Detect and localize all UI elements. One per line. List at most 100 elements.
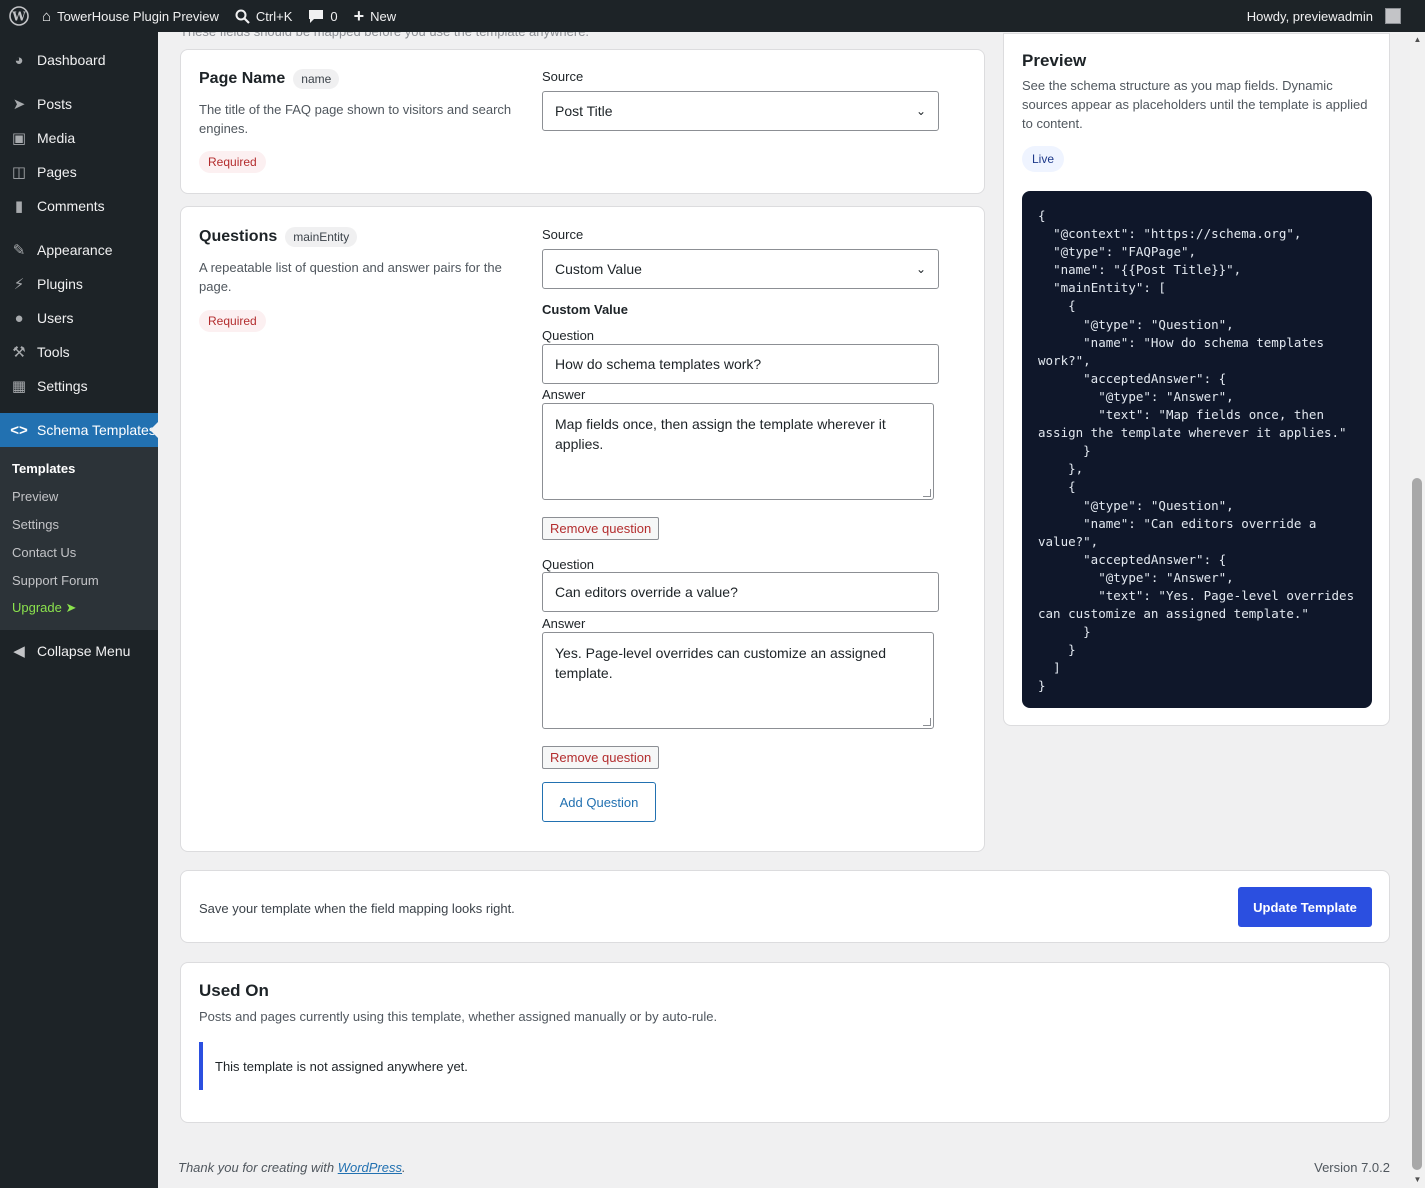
source-select[interactable]: Post Title ⌄ <box>542 91 939 131</box>
resize-handle[interactable] <box>923 489 931 497</box>
submenu-preview[interactable]: Preview <box>0 482 158 510</box>
media-icon: ▣ <box>11 130 27 147</box>
select-value: Custom Value <box>555 261 642 277</box>
collapse-icon: ◀ <box>13 643 25 660</box>
plugin-icon: ⚡ <box>13 276 25 293</box>
comment-icon: ▮ <box>14 198 24 215</box>
menu-item-settings[interactable]: ▦ Settings <box>0 369 158 403</box>
comment-icon <box>309 9 324 23</box>
field-description: The title of the FAQ page shown to visit… <box>199 102 512 136</box>
comments-link[interactable]: 0 <box>300 0 345 32</box>
menu-label: Schema Templates <box>37 422 156 438</box>
chevron-down-icon: ⌄ <box>915 104 926 118</box>
menu-item-dashboard[interactable]: ◕ Dashboard <box>0 43 158 77</box>
site-name: TowerHouse Plugin Preview <box>57 8 219 24</box>
used-on-panel: Used On Posts and pages currently using … <box>180 962 1390 1123</box>
menu-label: Pages <box>37 164 77 180</box>
answer-label: Answer <box>542 616 586 631</box>
add-question-button[interactable]: Add Question <box>542 782 656 822</box>
save-hint-text: Save your template when the field mappin… <box>199 901 515 916</box>
scroll-up-arrow-icon[interactable]: ▲ <box>1413 35 1422 44</box>
brush-icon: ✎ <box>12 242 26 259</box>
user-icon: ● <box>14 309 24 327</box>
submenu-contact[interactable]: Contact Us <box>0 538 158 566</box>
wordpress-link[interactable]: WordPress <box>338 1160 402 1175</box>
code-icon: <> <box>10 421 28 439</box>
menu-item-media[interactable]: ▣ Media <box>0 121 158 155</box>
version-text: Version 7.0.2 <box>1314 1160 1390 1175</box>
field-header: Page Name name <box>199 69 340 89</box>
menu-label: Dashboard <box>37 52 106 68</box>
field-card-questions: Questions mainEntity A repeatable list o… <box>180 206 985 852</box>
menu-item-users[interactable]: ● Users <box>0 301 158 335</box>
dashboard-icon: ◕ <box>14 51 24 69</box>
wordpress-logo-icon[interactable]: W <box>0 0 34 32</box>
answer-label: Answer <box>542 387 586 402</box>
preview-description: See the schema structure as you map fiel… <box>1022 78 1368 131</box>
menu-item-appearance[interactable]: ✎ Appearance <box>0 233 158 267</box>
source-select[interactable]: Custom Value ⌄ <box>542 249 939 289</box>
question-input[interactable]: How do schema templates work? <box>542 344 939 384</box>
textarea-value: Map fields once, then assign the templat… <box>555 416 886 452</box>
footer-thanks: Thank you for creating with WordPress. <box>178 1160 406 1175</box>
menu-label: Appearance <box>37 242 113 258</box>
avatar <box>1385 8 1401 24</box>
site-name-link[interactable]: ⌂ TowerHouse Plugin Preview <box>34 0 227 32</box>
settings-icon: ▦ <box>11 378 27 395</box>
menu-label: Posts <box>37 96 73 112</box>
submenu-settings[interactable]: Settings <box>0 510 158 538</box>
menu-item-comments[interactable]: ▮ Comments <box>0 189 158 223</box>
submenu-support[interactable]: Support Forum <box>0 566 158 594</box>
scrollbar-thumb[interactable] <box>1412 478 1422 1170</box>
notice-text: This template is not assigned anywhere y… <box>215 1058 468 1074</box>
custom-value-label: Custom Value <box>542 302 628 317</box>
resize-handle[interactable] <box>923 718 931 726</box>
field-title: Page Name <box>199 70 286 87</box>
save-bar: Save your template when the field mappin… <box>180 870 1390 943</box>
admin-sidebar: ◕ Dashboard ➤ Posts ▣ Media ◫ Pages ▮ Comment… <box>0 32 158 1188</box>
used-on-title: Used On <box>199 981 269 1000</box>
remove-question-button[interactable]: Remove question <box>542 746 660 769</box>
remove-question-button[interactable]: Remove question <box>542 517 660 540</box>
new-content-button[interactable]: + New <box>346 0 405 32</box>
question-input[interactable]: Can editors override a value? <box>542 572 939 612</box>
menu-item-pages[interactable]: ◫ Pages <box>0 155 158 189</box>
menu-label: Tools <box>37 344 70 360</box>
pin-icon: ➤ <box>12 96 26 113</box>
admin-bar: W ⌂ TowerHouse Plugin Preview Ctrl+K 0 +… <box>0 0 1425 32</box>
collapse-menu-button[interactable]: ◀ Collapse Menu <box>0 634 158 668</box>
preview-title: Preview <box>1022 51 1087 70</box>
schema-submenu: Templates Preview Settings Contact Us Su… <box>0 447 158 630</box>
field-title: Questions <box>199 228 278 245</box>
property-chip: mainEntity <box>285 227 358 247</box>
submenu-templates[interactable]: Templates <box>0 454 158 482</box>
account-menu[interactable]: Howdy, previewadmin <box>1239 0 1425 32</box>
menu-item-posts[interactable]: ➤ Posts <box>0 87 158 121</box>
update-template-button[interactable]: Update Template <box>1238 887 1372 927</box>
field-card-page-name: Page Name name The title of the FAQ page… <box>180 49 985 194</box>
wrench-icon: ⚒ <box>12 344 26 361</box>
select-value: Post Title <box>555 103 613 119</box>
input-value: How do schema templates work? <box>555 356 762 372</box>
question-label: Question <box>542 557 595 572</box>
property-chip: name <box>293 69 340 89</box>
pages-icon: ◫ <box>11 164 27 181</box>
source-label: Source <box>542 69 584 84</box>
submenu-upgrade[interactable]: Upgrade ➤ <box>0 594 158 622</box>
menu-label: Users <box>37 310 74 326</box>
menu-item-tools[interactable]: ⚒ Tools <box>0 335 158 369</box>
svg-text:W: W <box>11 10 26 24</box>
question-label: Question <box>542 328 595 343</box>
menu-label: Settings <box>37 378 88 394</box>
live-badge: Live <box>1022 146 1065 172</box>
menu-item-schema-templates[interactable]: <> Schema Templates <box>0 413 158 447</box>
field-header: Questions mainEntity <box>199 227 358 247</box>
input-value: Can editors override a value? <box>555 584 738 600</box>
empty-notice: This template is not assigned anywhere y… <box>199 1042 1371 1090</box>
command-palette-button[interactable]: Ctrl+K <box>227 0 300 32</box>
field-description: A repeatable list of question and answer… <box>199 260 502 294</box>
answer-textarea[interactable]: Yes. Page-level overrides can customize … <box>542 632 934 729</box>
menu-item-plugins[interactable]: ⚡ Plugins <box>0 267 158 301</box>
answer-textarea[interactable]: Map fields once, then assign the templat… <box>542 403 934 500</box>
scroll-down-arrow-icon[interactable]: ▼ <box>1413 1175 1422 1184</box>
